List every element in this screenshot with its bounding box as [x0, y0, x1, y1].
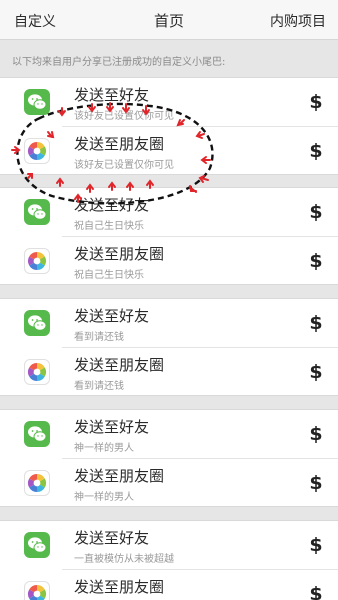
- row-title: 发送至朋友圈: [74, 245, 165, 263]
- dollar-icon[interactable]: $: [306, 250, 326, 272]
- dollar-icon[interactable]: $: [306, 583, 326, 600]
- list-item[interactable]: 发送至朋友圈 $: [24, 569, 338, 600]
- moments-icon: [24, 470, 50, 496]
- row-title: 发送至朋友圈: [74, 135, 165, 153]
- tail-group: 发送至好友 一直被模仿从未被超越 $ 发送至朋友圈 $: [0, 520, 338, 600]
- row-subtitle: 看到请还钱: [74, 381, 124, 392]
- list-item[interactable]: 发送至朋友圈 神一样的男人 $: [24, 458, 338, 506]
- list-item[interactable]: 发送至朋友圈 看到请还钱 $: [24, 347, 338, 395]
- row-title: 发送至好友: [74, 418, 150, 436]
- list-item[interactable]: 发送至好友 看到请还钱 $: [0, 299, 338, 347]
- row-title: 发送至好友: [74, 196, 150, 214]
- dollar-icon[interactable]: $: [306, 201, 326, 223]
- row-title: 发送至朋友圈: [74, 467, 165, 485]
- row-title: 发送至朋友圈: [74, 356, 165, 374]
- wechat-icon: [24, 199, 50, 225]
- moments-icon: [24, 248, 50, 274]
- list-item[interactable]: 发送至好友 祝自己生日快乐 $: [0, 188, 338, 236]
- row-subtitle: 祝自己生日快乐: [74, 270, 144, 281]
- dollar-icon[interactable]: $: [306, 361, 326, 383]
- list-item[interactable]: 发送至好友 神一样的男人 $: [0, 410, 338, 458]
- dollar-icon[interactable]: $: [306, 534, 326, 556]
- list-item[interactable]: 发送至朋友圈 祝自己生日快乐 $: [24, 236, 338, 284]
- dollar-icon[interactable]: $: [306, 91, 326, 113]
- tail-group: 发送至好友 该好友已设置仅你可见 $ 发送至朋友圈 该好友已设置仅你可见 $: [0, 77, 338, 175]
- row-subtitle: 该好友已设置仅你可见: [74, 111, 174, 122]
- wechat-icon: [24, 310, 50, 336]
- dollar-icon[interactable]: $: [306, 423, 326, 445]
- in-app-purchase-button[interactable]: 内购项目: [270, 11, 326, 31]
- tail-group: 发送至好友 神一样的男人 $ 发送至朋友圈 神一样的男人 $: [0, 409, 338, 507]
- list-item[interactable]: 发送至好友 一直被模仿从未被超越 $: [0, 521, 338, 569]
- row-title: 发送至好友: [74, 529, 150, 547]
- list-item[interactable]: 发送至好友 该好友已设置仅你可见 $: [0, 78, 338, 126]
- moments-icon: [24, 581, 50, 600]
- row-subtitle: 神一样的男人: [74, 443, 134, 454]
- tail-group: 发送至好友 看到请还钱 $ 发送至朋友圈 看到请还钱 $: [0, 298, 338, 396]
- row-title: 发送至好友: [74, 307, 150, 325]
- dollar-icon[interactable]: $: [306, 312, 326, 334]
- dollar-icon[interactable]: $: [306, 472, 326, 494]
- row-subtitle: 看到请还钱: [74, 332, 124, 343]
- moments-icon: [24, 138, 50, 164]
- wechat-icon: [24, 532, 50, 558]
- wechat-icon: [24, 89, 50, 115]
- row-title: 发送至好友: [74, 86, 150, 104]
- row-subtitle: 祝自己生日快乐: [74, 221, 144, 232]
- moments-icon: [24, 359, 50, 385]
- list-item[interactable]: 发送至朋友圈 该好友已设置仅你可见 $: [24, 126, 338, 174]
- row-subtitle: 一直被模仿从未被超越: [74, 554, 174, 565]
- row-subtitle: 神一样的男人: [74, 492, 134, 503]
- dollar-icon[interactable]: $: [306, 140, 326, 162]
- tail-group: 发送至好友 祝自己生日快乐 $ 发送至朋友圈 祝自己生日快乐 $: [0, 187, 338, 285]
- row-title: 发送至朋友圈: [74, 578, 165, 596]
- top-navigation-bar: 自定义 首页 内购项目: [0, 0, 338, 40]
- row-subtitle: 该好友已设置仅你可见: [74, 160, 174, 171]
- notice-text: 以下均来自用户分享已注册成功的自定义小尾巴:: [12, 57, 226, 68]
- wechat-icon: [24, 421, 50, 447]
